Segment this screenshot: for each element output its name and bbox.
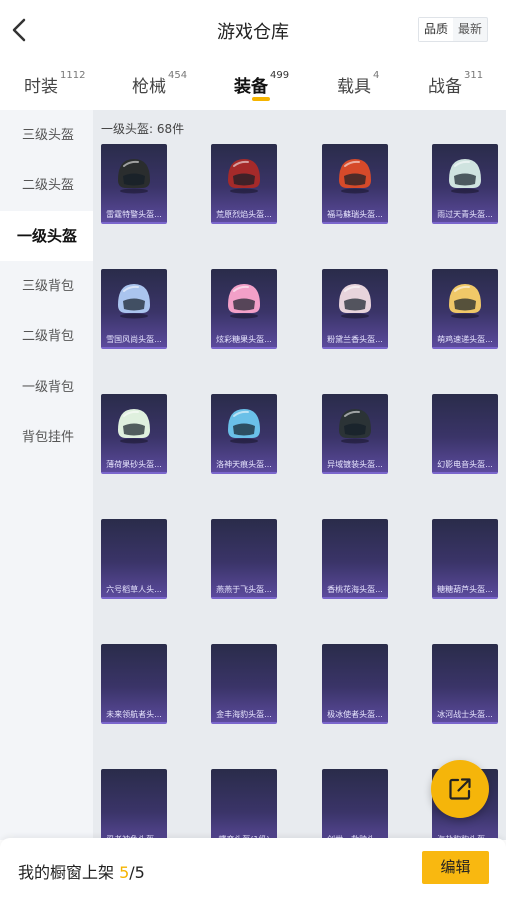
item-name: 异域镀装头盔... xyxy=(327,460,383,469)
item-name: 洛神天痕头盔... xyxy=(216,460,272,469)
tab-count: 499 xyxy=(270,70,290,81)
sidebar-item-level3-backpack[interactable]: 三级背包 xyxy=(0,262,93,312)
tab-label: 战备 xyxy=(428,77,462,97)
item-name: 未来领航者头... xyxy=(106,710,162,719)
item-name: 燕燕于飞头盔... xyxy=(216,585,272,594)
category-tabs: 时装1112 枪械454 装备499 载具4 战备311 xyxy=(0,60,506,110)
item-card[interactable]: 雪国风尚头盔... xyxy=(101,269,167,349)
item-name: 福马蘇瑞头盔... xyxy=(327,210,383,219)
tab-label: 装备 xyxy=(234,77,268,97)
sidebar-item-level2-helmet[interactable]: 二级头盔 xyxy=(0,161,93,211)
tab-count: 311 xyxy=(464,70,484,81)
item-name: 幻影电音头盔... xyxy=(437,460,493,469)
item-name: 糖糖葫芦头盔... xyxy=(437,585,493,594)
share-external-icon xyxy=(449,778,471,800)
item-card[interactable]: 雨过天青头盔... xyxy=(432,144,498,224)
tab-equipment[interactable]: 装备499 xyxy=(234,70,290,97)
tab-count: 454 xyxy=(168,70,188,81)
sidebar-item-level3-helmet[interactable]: 三级头盔 xyxy=(0,111,93,161)
item-card[interactable]: 炫彩糖果头盔... xyxy=(211,269,277,349)
item-card[interactable]: 未来领航者头... xyxy=(101,644,167,724)
item-card[interactable]: 香桃花海头盔... xyxy=(322,519,388,599)
item-card[interactable]: 粉黛兰香头盔... xyxy=(322,269,388,349)
sort-latest-option[interactable]: 最新 xyxy=(453,18,487,41)
item-name: 雷霆特警头盔... xyxy=(106,210,162,219)
item-card[interactable]: 荒原烈焰头盔... xyxy=(211,144,277,224)
tab-label: 枪械 xyxy=(132,77,166,97)
item-card[interactable]: 福马蘇瑞头盔... xyxy=(322,144,388,224)
share-button[interactable] xyxy=(431,760,489,818)
helmet-icon xyxy=(224,404,264,444)
item-count-label: 一级头盔: 68件 xyxy=(101,122,185,136)
active-tab-indicator xyxy=(252,97,270,101)
showcase-label: 我的橱窗上架 xyxy=(18,863,120,882)
item-name: 雨过天青头盔... xyxy=(437,210,493,219)
tab-label: 载具 xyxy=(337,77,371,97)
item-card[interactable]: 幻影电音头盔... xyxy=(432,394,498,474)
tab-vehicles[interactable]: 载具4 xyxy=(337,70,380,97)
item-card[interactable]: 六号稻草人头... xyxy=(101,519,167,599)
item-card[interactable]: 创世・救赎头... xyxy=(322,769,388,840)
item-grid-panel[interactable]: 一级头盔: 68件 雷霆特警头盔... 荒原烈焰头盔... 福马蘇瑞头盔... 雨过天… xyxy=(93,110,506,840)
item-name: 六号稻草人头... xyxy=(106,585,162,594)
item-card[interactable]: 蝶变头盔(1级) xyxy=(211,769,277,840)
sidebar-item-backpack-charm[interactable]: 背包挂件 xyxy=(0,413,93,463)
item-name: 萌鸡速递头盔... xyxy=(437,335,493,344)
item-name: 金丰海豹头盔... xyxy=(216,710,272,719)
item-name: 薄荷果砂头盔... xyxy=(106,460,162,469)
item-card[interactable]: 冰河战士头盔... xyxy=(432,644,498,724)
item-card[interactable]: 洛神天痕头盔... xyxy=(211,394,277,474)
item-card[interactable]: 糖糖葫芦头盔... xyxy=(432,519,498,599)
item-name: 极冰使者头盔... xyxy=(327,710,383,719)
item-card[interactable]: 异域镀装头盔... xyxy=(322,394,388,474)
helmet-icon xyxy=(224,279,264,319)
tab-supplies[interactable]: 战备311 xyxy=(428,70,484,97)
bottom-bar: 我的橱窗上架 5/5 编辑 xyxy=(0,838,506,897)
header: 游戏仓库 品质 最新 xyxy=(0,0,506,60)
tab-count: 1112 xyxy=(60,70,86,81)
item-card[interactable]: 燕燕于飞头盔... xyxy=(211,519,277,599)
sidebar-item-level2-backpack[interactable]: 二级背包 xyxy=(0,312,93,362)
item-name: 雪国风尚头盔... xyxy=(106,335,162,344)
item-name: 炫彩糖果头盔... xyxy=(216,335,272,344)
sort-toggle[interactable]: 品质 最新 xyxy=(417,17,488,42)
item-name: 荒原烈焰头盔... xyxy=(216,210,272,219)
sidebar-item-level1-backpack[interactable]: 一级背包 xyxy=(0,363,93,413)
tab-weapons[interactable]: 枪械454 xyxy=(132,70,188,97)
item-name: 香桃花海头盔... xyxy=(327,585,383,594)
item-card[interactable]: 雷霆特警头盔... xyxy=(101,144,167,224)
sidebar-item-level1-helmet[interactable]: 一级头盔 xyxy=(0,211,93,261)
helmet-icon xyxy=(224,154,264,194)
helmet-icon xyxy=(335,279,375,319)
helmet-icon xyxy=(335,404,375,444)
helmet-icon xyxy=(114,154,154,194)
showcase-status: 我的橱窗上架 5/5 xyxy=(18,859,145,883)
helmet-icon xyxy=(445,154,485,194)
sort-quality-option[interactable]: 品质 xyxy=(418,18,453,41)
item-card[interactable]: 金丰海豹头盔... xyxy=(211,644,277,724)
helmet-icon xyxy=(445,279,485,319)
item-name: 粉黛兰香头盔... xyxy=(327,335,383,344)
helmet-icon xyxy=(114,404,154,444)
item-card[interactable]: 忍者神龟头盔... xyxy=(101,769,167,840)
tab-fashion[interactable]: 时装1112 xyxy=(24,70,86,97)
sidebar: 三级头盔 二级头盔 一级头盔 三级背包 二级背包 一级背包 背包挂件 xyxy=(0,110,93,840)
edit-button[interactable]: 编辑 xyxy=(422,851,489,884)
helmet-icon xyxy=(114,279,154,319)
item-card[interactable]: 薄荷果砂头盔... xyxy=(101,394,167,474)
item-name: 冰河战士头盔... xyxy=(437,710,493,719)
helmet-icon xyxy=(335,154,375,194)
tab-label: 时装 xyxy=(24,77,58,97)
showcase-current-count: 5 xyxy=(119,863,130,882)
item-card[interactable]: 极冰使者头盔... xyxy=(322,644,388,724)
item-card[interactable]: 萌鸡速递头盔... xyxy=(432,269,498,349)
tab-count: 4 xyxy=(373,70,380,81)
showcase-total-count: 5 xyxy=(134,863,145,882)
